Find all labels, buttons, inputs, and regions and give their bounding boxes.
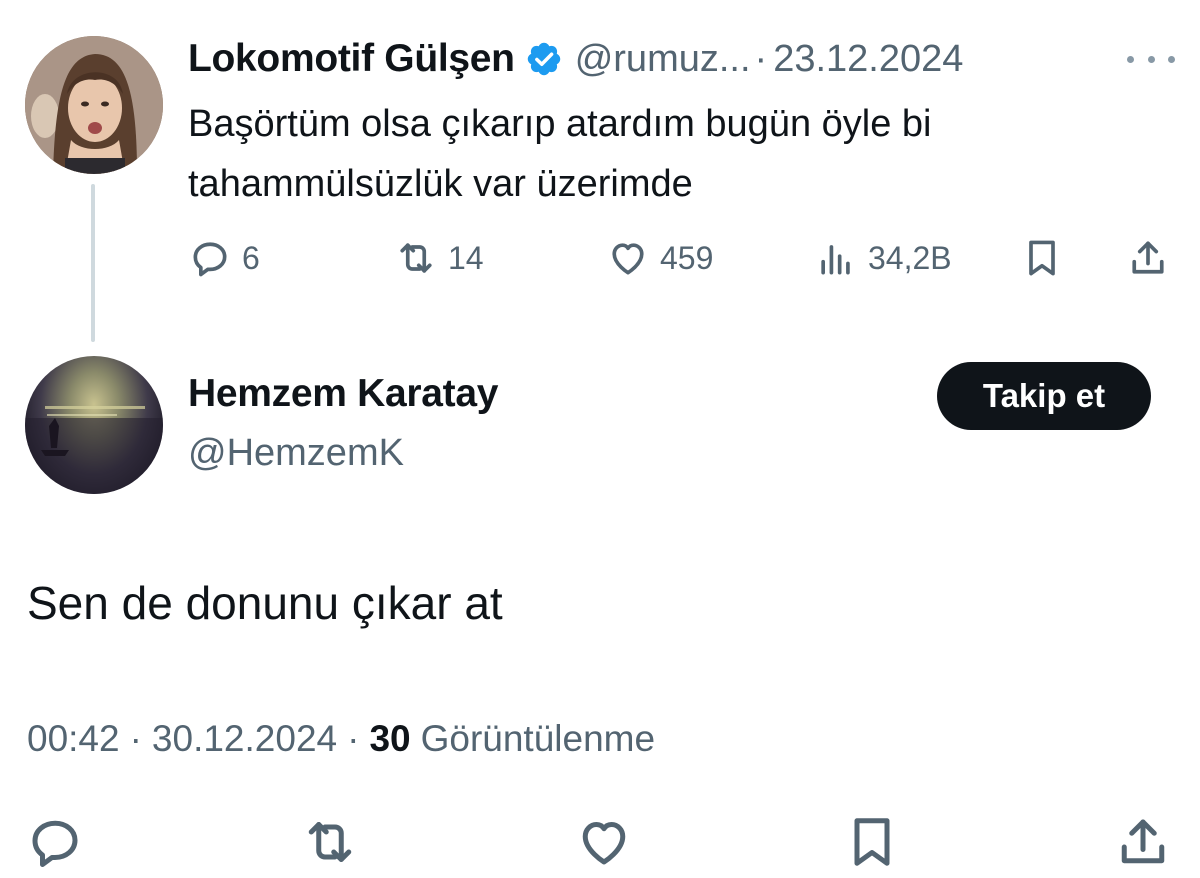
reply-avatar-image	[25, 406, 163, 494]
separator-dot: ·	[347, 718, 360, 759]
share-icon	[1132, 241, 1164, 274]
parent-handle[interactable]: @rumuz...	[575, 38, 751, 81]
reply-date[interactable]: 30.12.2024	[152, 718, 337, 760]
reply-retweet-button[interactable]	[300, 812, 360, 877]
parent-retweet-button[interactable]: 14	[394, 236, 484, 280]
more-dots-icon[interactable]	[1127, 44, 1175, 74]
parent-display-name[interactable]: Lokomotif Gülşen	[188, 37, 515, 81]
parent-share-button[interactable]	[1126, 236, 1170, 280]
separator-dot: ·	[129, 718, 142, 759]
parent-views-button[interactable]: 34,2B	[814, 236, 952, 280]
reply-views-count: 30	[369, 718, 411, 759]
parent-header: Lokomotif Gülşen @rumuz... · 23.12.2024	[188, 34, 963, 84]
more-dot	[1127, 55, 1134, 63]
heart-icon	[612, 243, 644, 275]
parent-date[interactable]: 23.12.2024	[773, 38, 963, 81]
parent-avatar[interactable]	[25, 36, 163, 174]
bookmark-icon	[1029, 240, 1055, 276]
retweet-icon	[400, 243, 432, 273]
parent-bookmark-button[interactable]	[1020, 236, 1064, 280]
reply-share-button[interactable]	[1113, 812, 1173, 877]
share-icon	[1121, 819, 1165, 864]
reply-meta-line: 00:42 · 30.12.2024 · 30 Görüntülenme	[27, 718, 655, 760]
parent-tweet-text: Başörtüm olsa çıkarıp atardım bugün öyle…	[188, 103, 932, 205]
bookmark-icon	[854, 818, 890, 866]
parent-like-button[interactable]: 459	[606, 236, 713, 280]
reply-display-name[interactable]: Hemzem Karatay	[188, 372, 498, 416]
thread-connector-line	[91, 184, 95, 342]
verified-badge-icon	[527, 42, 560, 76]
follow-button[interactable]: Takip et	[937, 362, 1151, 430]
heart-icon	[582, 822, 626, 865]
reply-tweet-text: Sen de donunu çıkar at	[27, 577, 503, 629]
parent-avatar-image	[25, 36, 163, 174]
separator-dot: ·	[754, 37, 768, 80]
more-dot	[1147, 55, 1155, 63]
reply-reply-button[interactable]	[25, 812, 85, 877]
more-dot	[1168, 55, 1175, 63]
parent-reply-button[interactable]: 6	[188, 236, 260, 280]
retweet-icon	[308, 822, 352, 862]
reply-handle[interactable]: @HemzemK	[188, 432, 404, 475]
views-chart-icon	[821, 245, 850, 275]
reply-bookmark-button[interactable]	[842, 812, 902, 877]
like-count: 459	[660, 239, 714, 276]
retweet-count: 14	[448, 239, 484, 276]
reply-icon	[32, 820, 78, 867]
views-count: 34,2B	[868, 239, 952, 276]
reply-time[interactable]: 00:42	[27, 718, 120, 760]
reply-views-label: Görüntülenme	[420, 718, 656, 759]
reply-like-button[interactable]	[574, 812, 634, 877]
reply-count: 6	[242, 239, 260, 276]
reply-avatar[interactable]	[25, 356, 163, 494]
reply-icon	[193, 242, 227, 277]
